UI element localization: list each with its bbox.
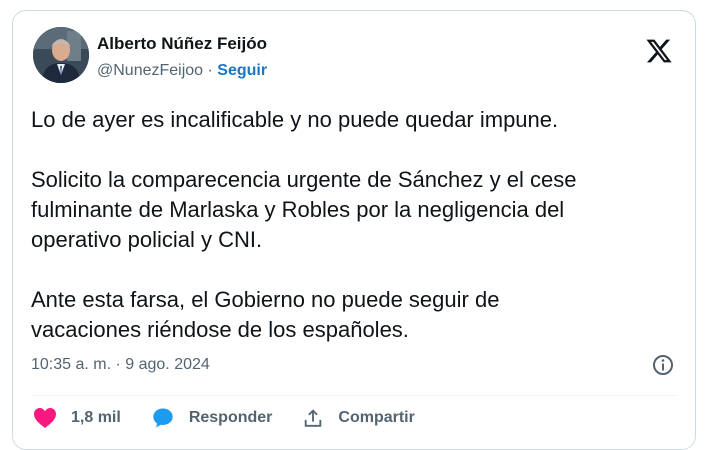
tweet-header: Alberto Núñez Feijóo @NunezFeijoo · Segu… bbox=[33, 27, 677, 89]
reply-label: Responder bbox=[188, 409, 273, 426]
divider bbox=[31, 395, 677, 396]
tweet-timestamp[interactable]: 10:35 a. m. · 9 ago. 2024 bbox=[31, 356, 210, 373]
avatar-photo bbox=[33, 27, 89, 83]
author-display-name[interactable]: Alberto Núñez Feijóo bbox=[97, 33, 267, 55]
heart-icon bbox=[34, 408, 56, 428]
tweet-text: Lo de ayer es incalificable y no puede q… bbox=[31, 105, 681, 345]
tweet-paragraph-2-line-3: operativo policial y CNI. bbox=[31, 227, 263, 252]
follow-button[interactable]: Seguir bbox=[217, 62, 267, 79]
tweet-paragraph-2-line-2: fulminante de Marlaska y Robles por la n… bbox=[31, 197, 565, 222]
tweet-paragraph-3-line-1: Ante esta farsa, el Gobierno no puede se… bbox=[31, 287, 500, 312]
info-icon[interactable] bbox=[651, 353, 675, 377]
handle-separator: · bbox=[203, 62, 218, 79]
share-button[interactable]: Compartir bbox=[302, 407, 415, 429]
tweet-meta: 10:35 a. m. · 9 ago. 2024 bbox=[31, 353, 675, 377]
author-handle[interactable]: @NunezFeijoo bbox=[97, 62, 203, 79]
tweet-paragraph-1: Lo de ayer es incalificable y no puede q… bbox=[31, 107, 559, 132]
author-info: Alberto Núñez Feijóo @NunezFeijoo · Segu… bbox=[97, 33, 267, 81]
tweet-actions: 1,8 mil Responder Compartir bbox=[33, 403, 445, 433]
share-label: Compartir bbox=[338, 409, 415, 426]
tweet-paragraph-2-line-1: Solicito la comparecencia urgente de Sán… bbox=[31, 167, 577, 192]
tweet-card[interactable]: Alberto Núñez Feijóo @NunezFeijoo · Segu… bbox=[12, 10, 696, 450]
like-button[interactable]: 1,8 mil bbox=[33, 407, 121, 429]
share-upload-icon bbox=[305, 409, 322, 427]
avatar[interactable] bbox=[33, 27, 89, 83]
tweet-paragraph-3-line-2: vacaciones riéndose de los españoles. bbox=[31, 317, 409, 342]
author-handle-row: @NunezFeijoo · Seguir bbox=[97, 61, 267, 81]
x-logo-icon[interactable] bbox=[645, 37, 673, 65]
speech-bubble-icon bbox=[153, 408, 173, 428]
like-count: 1,8 mil bbox=[71, 409, 121, 426]
reply-button[interactable]: Responder bbox=[151, 406, 273, 430]
